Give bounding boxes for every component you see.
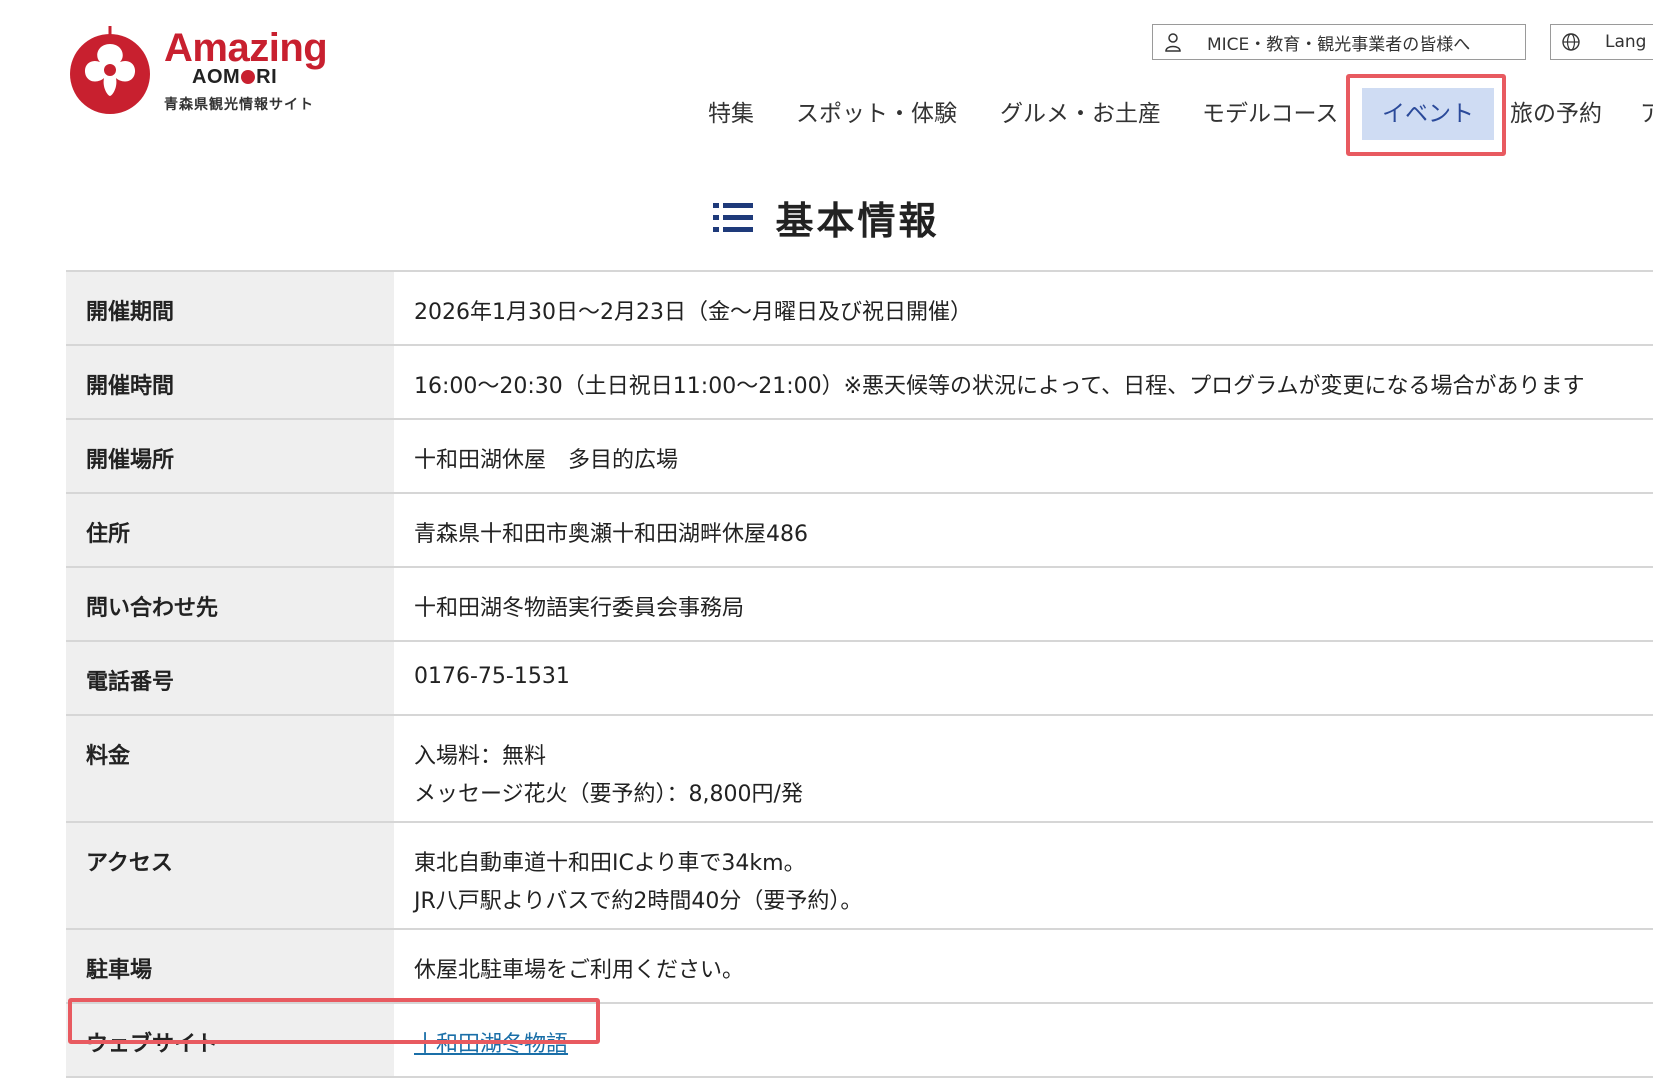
- info-row-hours: 開催時間 16:00〜20:30（土日祝日11:00〜21:00）※悪天候等の状…: [66, 344, 1653, 418]
- section-title: 基本情報: [775, 198, 940, 243]
- website-highlight-box: [68, 998, 600, 1044]
- info-value: 東北自動車道十和田ICより車で34km。 JR八戸駅よりバスで約2時間40分（要予…: [414, 851, 863, 914]
- section-heading: 基本情報: [0, 190, 1653, 245]
- info-label: 電話番号: [66, 642, 394, 714]
- events-highlight-box: [1346, 74, 1506, 156]
- info-row-parking: 駐車場 休屋北駐車場をご利用ください。: [66, 928, 1653, 1002]
- info-row-access: アクセス 東北自動車道十和田ICより車で34km。 JR八戸駅よりバスで約2時間4…: [66, 821, 1653, 928]
- basic-info-table: 開催期間 2026年1月30日〜2月23日（金〜月曜日及び祝日開催） 開催時間 …: [66, 270, 1653, 1078]
- info-value: 青森県十和田市奥瀬十和田湖畔休屋486: [414, 522, 808, 547]
- mice-button[interactable]: MICE・教育・観光事業者の皆様へ: [1152, 24, 1526, 60]
- logo-aomori-text: AOM RI: [192, 66, 278, 88]
- info-row-venue: 開催場所 十和田湖休屋 多目的広場: [66, 418, 1653, 492]
- info-value: 0176-75-1531: [414, 664, 570, 689]
- nav-item-gourmet[interactable]: グルメ・お土産: [1000, 88, 1161, 140]
- language-button[interactable]: Lang: [1550, 24, 1653, 60]
- person-icon: [1153, 32, 1193, 52]
- info-value: 入場料：無料 メッセージ花火（要予約）：8,800円/発: [414, 744, 803, 807]
- nav-item-travel-booking[interactable]: 旅の予約: [1510, 88, 1602, 140]
- info-value: 十和田湖休屋 多目的広場: [414, 448, 679, 473]
- globe-icon: [1551, 32, 1591, 52]
- info-label: アクセス: [66, 823, 394, 928]
- nav-item-features[interactable]: 特集: [708, 88, 754, 140]
- language-button-label: Lang: [1605, 32, 1647, 52]
- info-label: 料金: [66, 716, 394, 821]
- info-label: 開催期間: [66, 272, 394, 344]
- info-value: 2026年1月30日〜2月23日（金〜月曜日及び祝日開催）: [414, 300, 972, 325]
- info-label: 開催場所: [66, 420, 394, 492]
- info-row-phone: 電話番号 0176-75-1531: [66, 640, 1653, 714]
- logo-amazing-text: Amazing: [164, 26, 328, 70]
- info-label: 開催時間: [66, 346, 394, 418]
- nav-item-spots[interactable]: スポット・体験: [796, 88, 957, 140]
- list-icon: [713, 202, 754, 232]
- info-row-fee: 料金 入場料：無料 メッセージ花火（要予約）：8,800円/発: [66, 714, 1653, 821]
- info-row-address: 住所 青森県十和田市奥瀬十和田湖畔休屋486: [66, 492, 1653, 566]
- info-value: 十和田湖冬物語実行委員会事務局: [414, 596, 745, 621]
- nav-item-more[interactable]: ア: [1640, 88, 1653, 140]
- info-label: 駐車場: [66, 930, 394, 1002]
- info-row-period: 開催期間 2026年1月30日〜2月23日（金〜月曜日及び祝日開催）: [66, 270, 1653, 344]
- info-label: 住所: [66, 494, 394, 566]
- nav-item-model-course[interactable]: モデルコース: [1202, 88, 1338, 140]
- info-label: 問い合わせ先: [66, 568, 394, 640]
- info-row-contact: 問い合わせ先 十和田湖冬物語実行委員会事務局: [66, 566, 1653, 640]
- mice-button-label: MICE・教育・観光事業者の皆様へ: [1207, 34, 1471, 55]
- info-value: 16:00〜20:30（土日祝日11:00〜21:00）※悪天候等の状況によって…: [414, 374, 1585, 399]
- info-value: 休屋北駐車場をご利用ください。: [414, 958, 745, 983]
